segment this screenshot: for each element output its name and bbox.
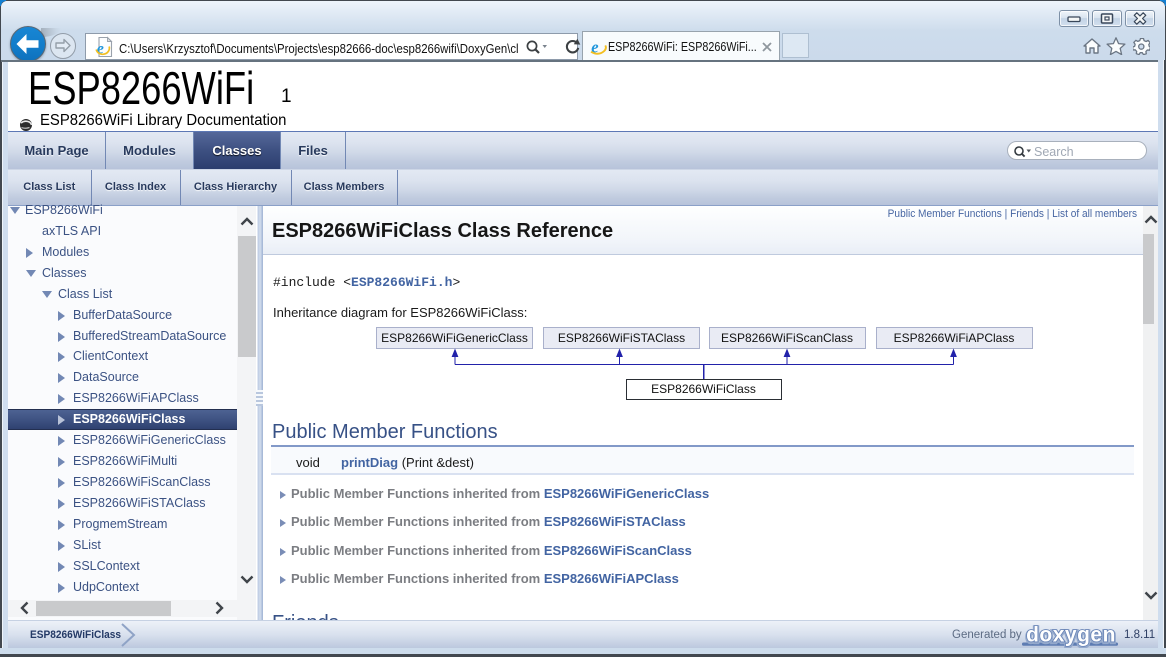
svg-text:doxygen: doxygen <box>1026 624 1116 647</box>
